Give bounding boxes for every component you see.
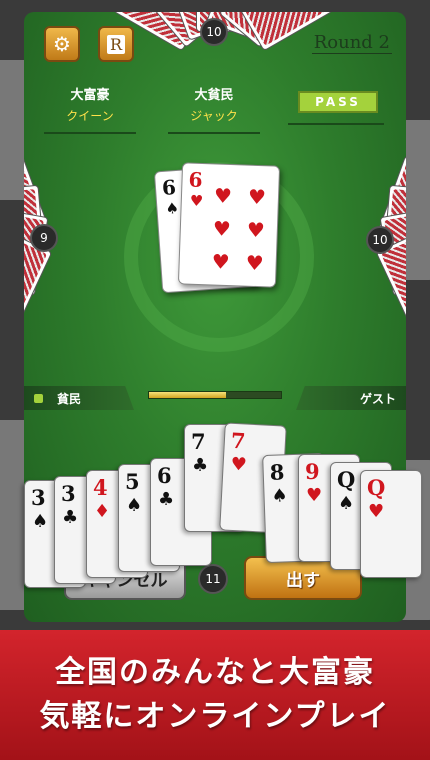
turn-timer-fill: [149, 392, 226, 398]
rank-daihinmin: 大貧民 ジャック: [168, 84, 260, 134]
card-suit: ♣: [158, 489, 175, 510]
card-suit: ♥: [368, 501, 385, 522]
card-suit: ♠: [338, 493, 355, 514]
player-rank-label: 貧民: [57, 391, 82, 406]
right-opponent-count: 10: [366, 226, 394, 254]
card-suit: ♥: [230, 453, 248, 476]
rank-daifugo: 大富豪 クイーン: [44, 84, 136, 134]
card-pips: ♥ ♥ ♥ ♥ ♥ ♥: [211, 183, 267, 276]
card-suit: ♥: [306, 485, 323, 506]
player-indicator-icon: [34, 393, 43, 403]
card-rank: 7: [191, 429, 206, 454]
card-rank: 8: [269, 459, 285, 485]
card-rank: 6: [157, 463, 172, 488]
card-suit: ♠: [164, 198, 180, 218]
player-rank-stripe: 貧民: [24, 386, 134, 410]
promo-banner: 全国のみんなと大富豪 気軽にオンラインプレイ: [0, 630, 430, 760]
card-rank: 6: [188, 167, 203, 193]
rules-button[interactable]: R: [98, 26, 134, 62]
pass-badge: PASS: [298, 91, 378, 113]
rank-title: 大富豪: [70, 88, 110, 103]
turn-timer-bar: [148, 391, 282, 399]
card-suit: ♠: [271, 485, 289, 507]
card-rank: 7: [230, 427, 247, 454]
opponent-name-label: ゲスト: [359, 391, 396, 406]
banner-line-1: 全国のみんなと大富豪: [55, 655, 375, 690]
gear-icon: ⚙: [53, 32, 71, 56]
rank-title: 大貧民: [194, 88, 234, 103]
opponent-name-stripe: ゲスト: [296, 386, 406, 410]
settings-button[interactable]: ⚙: [44, 26, 80, 62]
card-rank: 4: [93, 475, 108, 500]
card-rank: Q: [337, 467, 356, 492]
card-suit: ♣: [62, 507, 79, 528]
banner-line-2: 気軽にオンラインプレイ: [39, 699, 391, 734]
pile-top-card: 6 ♥ ♥ ♥ ♥ ♥ ♥ ♥: [177, 162, 281, 288]
hand-card[interactable]: Q ♥: [360, 470, 422, 578]
card-rank: 5: [125, 469, 140, 494]
card-rank: 9: [305, 459, 320, 484]
card-rank: Q: [367, 475, 386, 500]
rank-card-name: ジャック: [190, 109, 238, 123]
rules-card-icon: R: [106, 34, 126, 54]
hand-count: 11: [198, 564, 228, 594]
round-label: Round 2: [311, 32, 392, 54]
card-rank: 3: [31, 485, 46, 510]
top-opponent-count: 10: [200, 18, 228, 46]
rank-card-name: クイーン: [66, 109, 114, 123]
left-opponent-count: 9: [30, 224, 58, 252]
card-suit: ♣: [192, 455, 209, 476]
card-suit: ♠: [32, 511, 49, 532]
card-suit: ♥: [189, 191, 204, 211]
card-rank: 6: [161, 175, 177, 201]
card-rank: 3: [61, 481, 76, 506]
card-suit: ♠: [126, 495, 143, 516]
card-suit: ♦: [94, 501, 111, 522]
